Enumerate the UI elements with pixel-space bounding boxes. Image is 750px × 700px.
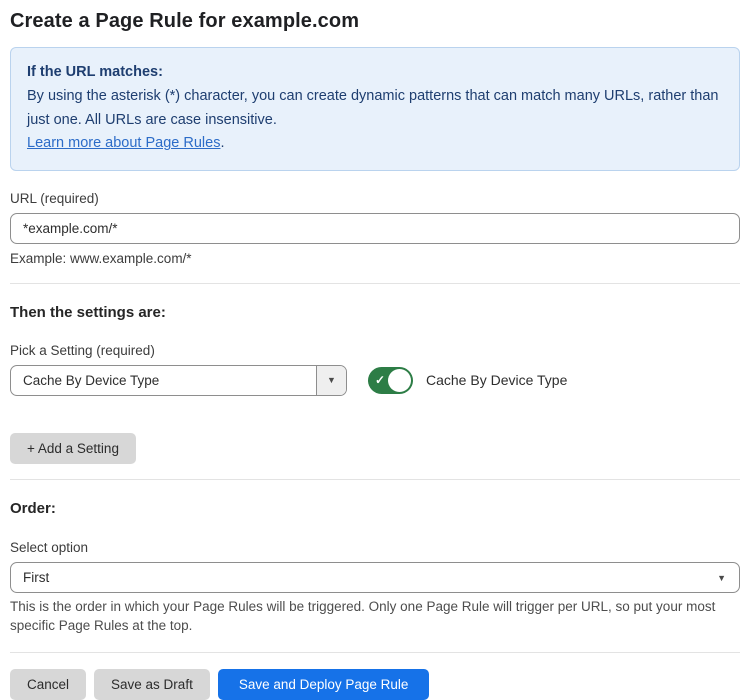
learn-more-link[interactable]: Learn more about Page Rules (27, 135, 220, 151)
check-icon: ✓ (375, 374, 385, 386)
order-section-heading: Order: (10, 500, 740, 517)
url-match-info-box: If the URL matches: By using the asteris… (10, 47, 740, 171)
setting-select[interactable]: Cache By Device Type ▼ (10, 365, 347, 396)
divider (10, 283, 740, 284)
order-select-value: First (11, 570, 717, 585)
divider (10, 652, 740, 653)
url-input[interactable] (10, 213, 740, 244)
order-select-label: Select option (10, 540, 740, 555)
page-title: Create a Page Rule for example.com (10, 10, 740, 33)
chevron-down-icon: ▼ (717, 573, 739, 583)
save-deploy-button[interactable]: Save and Deploy Page Rule (218, 669, 430, 700)
caret-glyph: ▼ (327, 375, 336, 385)
chevron-down-icon[interactable]: ▼ (316, 366, 346, 395)
setting-row: Cache By Device Type ▼ ✓ Cache By Device… (10, 365, 740, 396)
settings-section-heading: Then the settings are: (10, 304, 740, 321)
order-select[interactable]: First ▼ (10, 562, 740, 593)
cache-device-toggle[interactable]: ✓ (368, 367, 413, 394)
save-draft-button[interactable]: Save as Draft (94, 669, 210, 700)
cancel-button[interactable]: Cancel (10, 669, 86, 700)
info-box-heading: If the URL matches: (27, 61, 723, 84)
divider (10, 479, 740, 480)
toggle-label: Cache By Device Type (426, 372, 567, 388)
footer-actions: Cancel Save as Draft Save and Deploy Pag… (10, 669, 740, 700)
order-select-wrap: First ▼ (10, 562, 740, 593)
setting-picker-label: Pick a Setting (required) (10, 343, 740, 358)
toggle-knob (388, 369, 411, 392)
page-rule-form: Create a Page Rule for example.com If th… (0, 0, 750, 700)
url-field-label: URL (required) (10, 191, 740, 206)
add-setting-button[interactable]: + Add a Setting (10, 433, 136, 465)
order-helper-text: This is the order in which your Page Rul… (10, 598, 722, 635)
url-field-helper: Example: www.example.com/* (10, 251, 740, 266)
info-box-body: By using the asterisk (*) character, you… (27, 85, 723, 132)
info-box-body-text: By using the asterisk (*) character, you… (27, 88, 719, 127)
info-box-link-line: Learn more about Page Rules. (27, 132, 723, 155)
link-suffix: . (220, 135, 224, 151)
setting-select-value: Cache By Device Type (11, 373, 316, 388)
